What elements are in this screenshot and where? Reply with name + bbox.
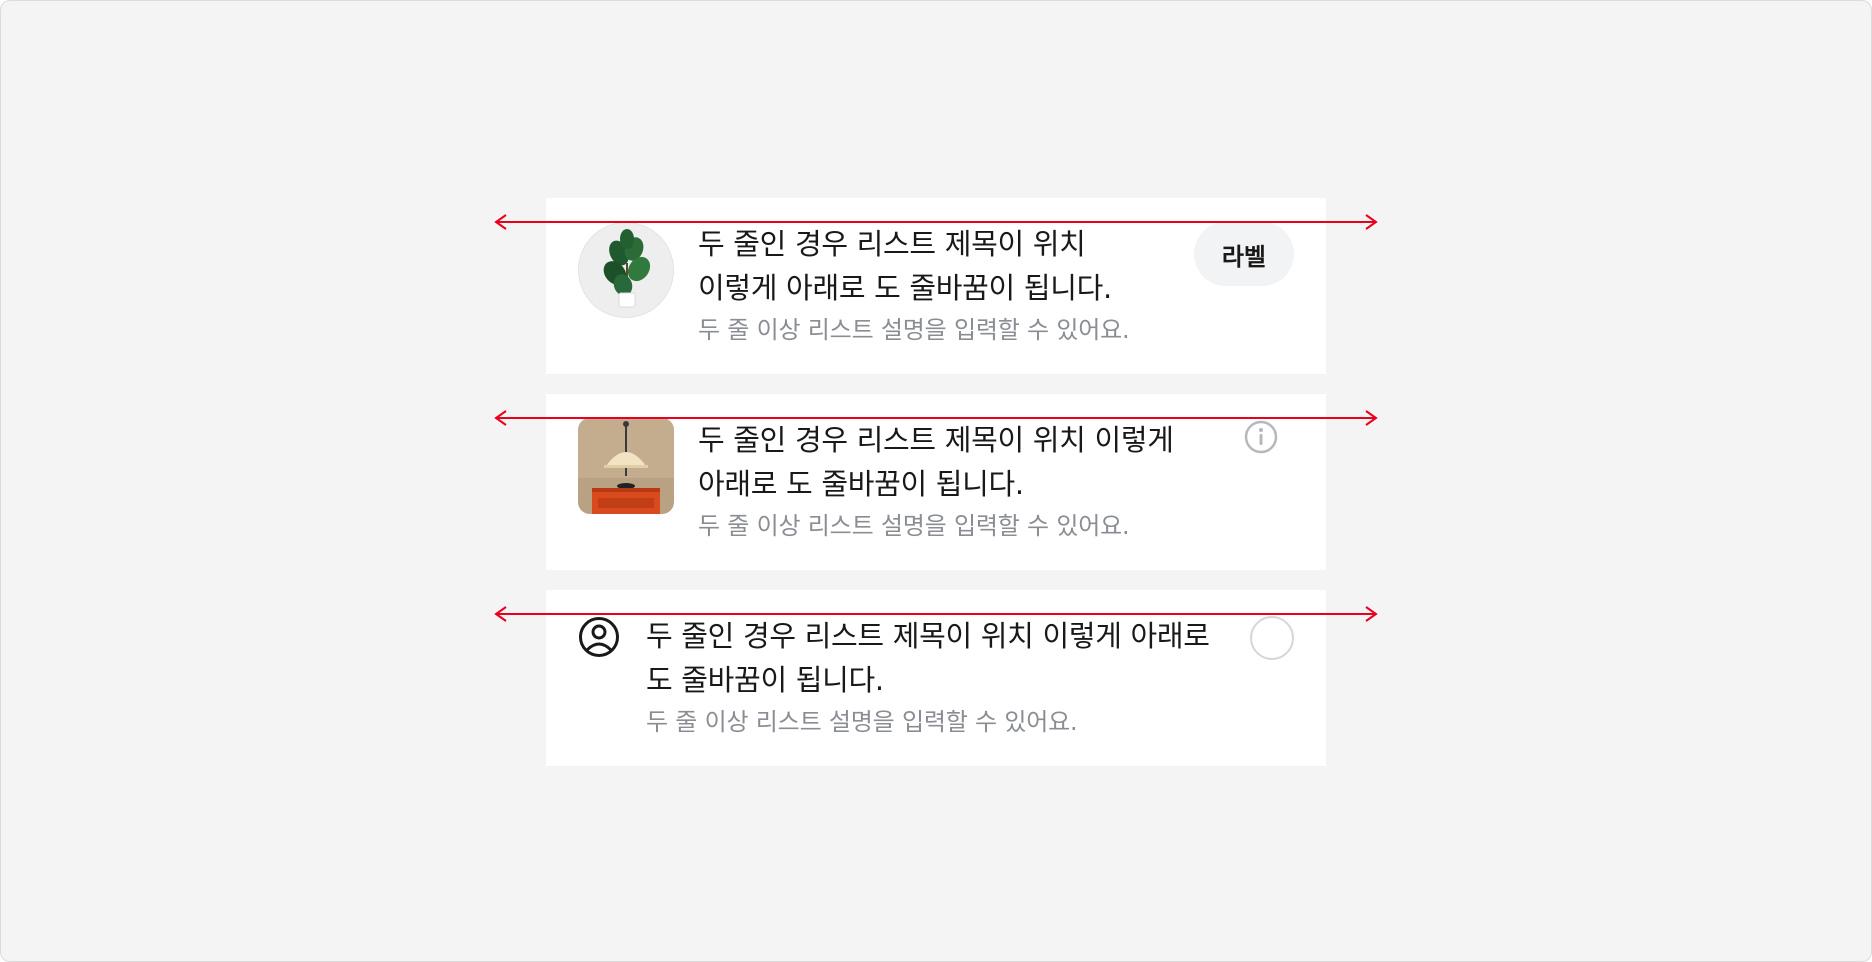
list-item[interactable]: 두 줄인 경우 리스트 제목이 위치 이렇게 아래로 도 줄바꿈이 됩니다. 두… [546,394,1326,570]
list-item-description: 두 줄 이상 리스트 설명을 입력할 수 있어요. [646,708,1078,736]
list-item-description: 두 줄 이상 리스트 설명을 입력할 수 있어요. [698,316,1130,344]
list-item[interactable]: 두 줄인 경우 리스트 제목이 위치 이렇게 아래로 도 줄바꿈이 됩니다. 두… [546,198,1326,374]
list-item-text: 두 줄인 경우 리스트 제목이 위치 이렇게 아래로 도 줄바꿈이 됩니다. 두… [698,418,1238,544]
list-item-title: 두 줄인 경우 리스트 제목이 위치 이렇게 아래로 도 줄바꿈이 됩니다. [698,423,1174,501]
lamp-thumbnail [578,418,674,514]
list-item[interactable]: 두 줄인 경우 리스트 제목이 위치 이렇게 아래로 도 줄바꿈이 됩니다. 두… [546,590,1326,766]
user-circle-icon [578,616,620,658]
list-item-title: 두 줄인 경우 리스트 제목이 위치 이렇게 아래로 도 줄바꿈이 됩니다. [698,227,1112,305]
list-item-title: 두 줄인 경우 리스트 제목이 위치 이렇게 아래로 도 줄바꿈이 됩니다. [646,619,1210,697]
radio-button[interactable] [1250,616,1294,660]
plant-thumbnail [578,222,674,318]
list-item-description: 두 줄 이상 리스트 설명을 입력할 수 있어요. [698,512,1130,540]
info-icon[interactable] [1244,420,1278,454]
label-chip[interactable]: 라벨 [1193,222,1294,286]
list-item-text: 두 줄인 경우 리스트 제목이 위치 이렇게 아래로 도 줄바꿈이 됩니다. 두… [698,222,1168,348]
list-item-text: 두 줄인 경우 리스트 제목이 위치 이렇게 아래로 도 줄바꿈이 됩니다. 두… [646,614,1226,740]
